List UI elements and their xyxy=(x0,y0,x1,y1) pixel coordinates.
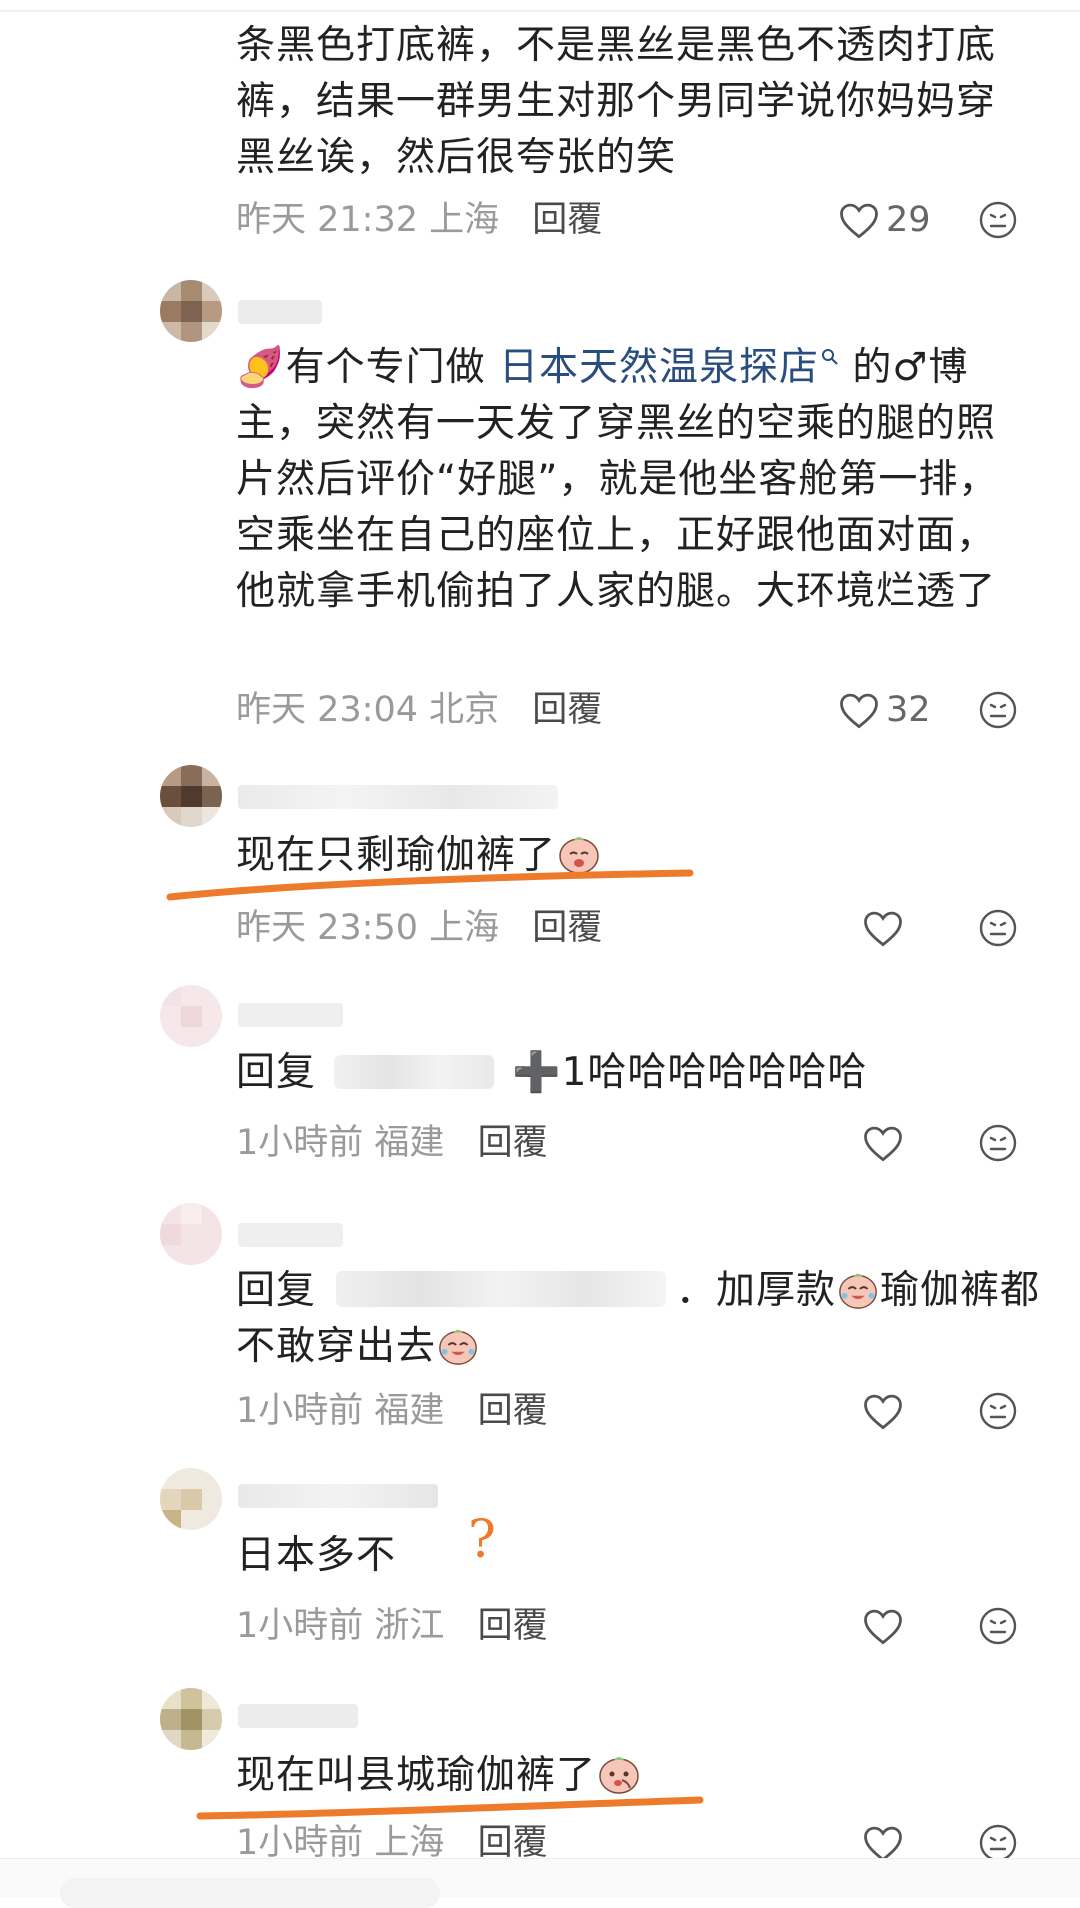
like-button[interactable] xyxy=(862,1601,904,1651)
mention-blurred[interactable] xyxy=(334,1055,495,1089)
avatar[interactable] xyxy=(160,1688,222,1750)
neutral-face-icon[interactable] xyxy=(978,690,1018,730)
comment-location: 上海 xyxy=(429,908,500,948)
like-button[interactable]: 29 xyxy=(838,195,931,245)
comment-meta: 昨天 23:04 北京 回覆 xyxy=(236,685,602,735)
username-blurred[interactable] xyxy=(238,300,322,324)
comment-text-part: ➕1哈哈哈哈哈哈哈 xyxy=(512,1050,868,1095)
comment-location: 上海 xyxy=(429,200,500,240)
like-button[interactable] xyxy=(862,1386,904,1436)
comment-text-part: ．加厚款 xyxy=(676,1268,837,1313)
comment-location: 福建 xyxy=(374,1391,445,1431)
reply-button[interactable]: 回覆 xyxy=(478,1123,548,1163)
comment-text: 回复 ➕1哈哈哈哈哈哈哈 xyxy=(236,1045,1036,1101)
like-count: 32 xyxy=(886,690,931,730)
comment-location: 上海 xyxy=(374,1823,445,1863)
comment-location: 北京 xyxy=(429,690,500,730)
comment-text: 日本多不 xyxy=(236,1528,1036,1584)
neutral-face-icon[interactable] xyxy=(978,200,1018,240)
comment-text: 🍠有个专门做 日本天然温泉探店 的♂博主，突然有一天发了穿黑丝的空乘的腿的照片然… xyxy=(236,340,1026,620)
neutral-face-icon[interactable] xyxy=(978,908,1018,948)
heart-outline-icon xyxy=(840,693,878,729)
highlight-underline xyxy=(166,869,694,901)
topic-label: 日本天然温泉探店 xyxy=(498,345,819,390)
comment-time: 昨天 23:50 xyxy=(236,908,418,948)
neutral-face-icon[interactable] xyxy=(978,1391,1018,1431)
comment-input-bar[interactable] xyxy=(60,1878,440,1908)
reply-button[interactable]: 回覆 xyxy=(478,1823,548,1863)
username-blurred[interactable] xyxy=(238,1223,343,1247)
comment-text-part: 有个专门做 xyxy=(285,345,499,390)
comment-time: 1小時前 xyxy=(236,1823,364,1863)
avatar[interactable] xyxy=(160,765,222,827)
like-button[interactable] xyxy=(862,1118,904,1168)
heart-outline-icon xyxy=(840,203,878,239)
neutral-face-icon[interactable] xyxy=(978,1606,1018,1646)
laughing-crying-peach-sticker xyxy=(839,1273,877,1309)
avatar[interactable] xyxy=(160,1468,222,1530)
search-icon xyxy=(821,349,838,365)
comment-text: 回复 ．加厚款 瑜伽裤都不敢穿出去 xyxy=(236,1263,1066,1375)
comment-meta: 1小時前 福建 回覆 xyxy=(236,1386,548,1436)
reply-button[interactable]: 回覆 xyxy=(532,908,602,948)
comment-time: 1小時前 xyxy=(236,1123,364,1163)
like-button[interactable] xyxy=(862,903,904,953)
like-button[interactable]: 32 xyxy=(838,685,931,735)
comment-meta: 昨天 23:50 上海 回覆 xyxy=(236,903,602,953)
username-blurred[interactable] xyxy=(238,1704,358,1728)
comment-time: 昨天 21:32 xyxy=(236,200,418,240)
avatar[interactable] xyxy=(160,1203,222,1265)
comment-text-part: 日本多不 xyxy=(236,1533,397,1578)
comment-meta: 昨天 21:32 上海 回覆 xyxy=(236,195,602,245)
username-blurred[interactable] xyxy=(238,1003,343,1027)
sweet-potato-emoji: 🍠 xyxy=(236,345,286,390)
reply-button[interactable]: 回覆 xyxy=(532,690,602,730)
heart-outline-icon xyxy=(864,1394,902,1430)
comment-meta: 1小時前 福建 回覆 xyxy=(236,1118,548,1168)
laughing-crying-peach-sticker xyxy=(439,1329,477,1365)
username-blurred[interactable] xyxy=(238,785,558,809)
heart-outline-icon xyxy=(864,1826,902,1862)
reply-button[interactable]: 回覆 xyxy=(532,200,602,240)
reply-prefix: 回复 xyxy=(236,1050,317,1095)
username-blurred[interactable] xyxy=(238,1484,438,1508)
reply-button[interactable]: 回覆 xyxy=(478,1391,548,1431)
avatar[interactable] xyxy=(160,280,222,342)
question-mark-annotation: ? xyxy=(468,1510,496,1570)
comment-location: 浙江 xyxy=(374,1606,445,1646)
comment-meta: 1小時前 浙江 回覆 xyxy=(236,1601,548,1651)
top-divider xyxy=(0,10,1080,12)
reply-button[interactable]: 回覆 xyxy=(478,1606,548,1646)
comment-time: 1小時前 xyxy=(236,1606,364,1646)
comment-time: 昨天 23:04 xyxy=(236,690,418,730)
heart-outline-icon xyxy=(864,1126,902,1162)
neutral-face-icon[interactable] xyxy=(978,1123,1018,1163)
mention-blurred[interactable] xyxy=(336,1271,667,1307)
heart-outline-icon xyxy=(864,1609,902,1645)
topic-link[interactable]: 日本天然温泉探店 xyxy=(499,345,839,390)
comment-location: 福建 xyxy=(374,1123,445,1163)
like-count: 29 xyxy=(886,200,931,240)
comment-text: 条黑色打底裤，不是黑丝是黑色不透肉打底裤，结果一群男生对那个男同学说你妈妈穿黑丝… xyxy=(236,23,997,180)
heart-outline-icon xyxy=(864,911,902,947)
neutral-face-icon[interactable] xyxy=(978,1823,1018,1863)
comment-time: 1小時前 xyxy=(236,1391,364,1431)
reply-prefix: 回复 xyxy=(236,1268,317,1313)
avatar[interactable] xyxy=(160,985,222,1047)
